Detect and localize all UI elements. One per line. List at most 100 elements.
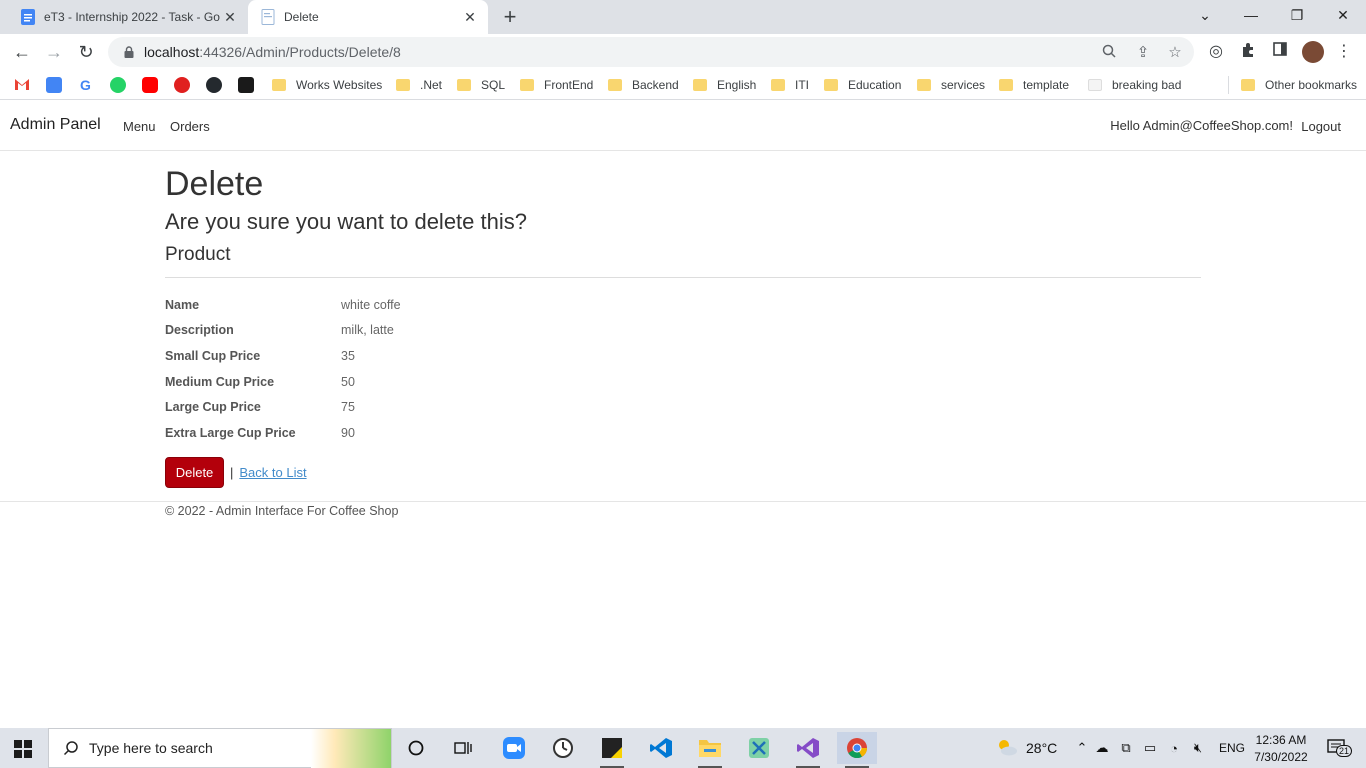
clock[interactable]: 12:36 AM 7/30/2022 — [1253, 728, 1309, 768]
clock-date: 7/30/2022 — [1254, 749, 1308, 764]
notion-icon[interactable] — [238, 77, 254, 93]
bookmark-folder[interactable]: Works Websites — [272, 75, 382, 95]
bookmark-folder[interactable]: template — [999, 75, 1069, 95]
extension-icon[interactable]: ◎ — [1206, 42, 1226, 62]
minimize-icon[interactable]: — — [1228, 0, 1274, 30]
divider — [165, 277, 1201, 278]
field-value: 90 — [341, 425, 355, 440]
bookmark-star-icon[interactable]: ☆ — [1166, 44, 1184, 62]
battery-icon[interactable]: ▭ — [1138, 740, 1162, 756]
detail-row: Description milk, latte — [165, 318, 765, 344]
bookmark-folder[interactable]: English — [693, 75, 756, 95]
volume-mute-icon[interactable]: 🔇︎ — [1186, 740, 1210, 756]
notification-center[interactable]: 21 — [1322, 728, 1353, 768]
delete-button[interactable]: Delete — [165, 457, 224, 488]
wifi-icon[interactable]: ◔ — [1162, 741, 1186, 756]
visual-studio-icon[interactable] — [788, 732, 828, 768]
folder-icon — [520, 79, 534, 91]
folder-icon — [693, 79, 707, 91]
field-label: Name — [165, 297, 200, 312]
tab-internship[interactable]: eT3 - Internship 2022 - Task - Go ✕ — [8, 0, 248, 34]
bookmark-folder[interactable]: Education — [824, 75, 901, 95]
google-docs-icon — [20, 9, 36, 25]
chrome-icon[interactable] — [837, 732, 877, 768]
brand-link[interactable]: Admin Panel — [10, 116, 101, 134]
browser-toolbar: ← → ↻ localhost:44326/Admin/Products/Del… — [0, 34, 1366, 70]
other-bookmarks[interactable]: Other bookmarks — [1241, 75, 1357, 95]
more-menu-icon[interactable]: ⋮ — [1334, 42, 1354, 62]
folder-icon — [824, 79, 838, 91]
bookmark-folder[interactable]: SQL — [457, 75, 505, 95]
product-details: Name white coffe Description milk, latte… — [165, 292, 765, 446]
language-indicator[interactable]: ENG — [1219, 728, 1245, 768]
meet-now-icon[interactable]: ⧉ — [1114, 740, 1138, 756]
forward-icon[interactable]: → — [40, 38, 68, 66]
cortana-icon[interactable] — [396, 732, 436, 764]
tab-title: Delete — [284, 10, 319, 24]
weather-icon — [996, 738, 1018, 759]
field-value: 75 — [341, 400, 355, 415]
share-icon[interactable]: ⇪ — [1134, 44, 1152, 62]
entity-heading: Product — [165, 244, 231, 265]
detail-row: Large Cup Price 75 — [165, 394, 765, 420]
new-tab-icon[interactable]: + — [498, 4, 522, 30]
tab-search-icon[interactable]: ⌄ — [1182, 0, 1228, 30]
bookmark-folder[interactable]: services — [917, 75, 985, 95]
detail-row: Small Cup Price 35 — [165, 343, 765, 369]
sticky-notes-icon[interactable] — [592, 732, 632, 768]
weather-widget[interactable]: 28°C — [996, 728, 1057, 768]
bookmark-separator — [1228, 75, 1229, 95]
back-icon[interactable]: ← — [8, 38, 36, 66]
windows-start-icon[interactable] — [14, 740, 32, 758]
folder-icon — [396, 79, 410, 91]
google-icon[interactable]: G — [78, 77, 94, 93]
detail-row: Medium Cup Price 50 — [165, 369, 765, 395]
taskbar: Type here to search 28°C ⌃ ☁ ⧉ ▭ ◔ 🔇︎ EN… — [0, 728, 1366, 768]
onedrive-icon[interactable]: ☁ — [1090, 740, 1114, 756]
user-greeting-link[interactable]: Hello Admin@CoffeeShop.com! — [1110, 118, 1293, 133]
whatsapp-icon[interactable] — [110, 77, 126, 93]
bookmark-folder[interactable]: FrontEnd — [520, 75, 593, 95]
reload-icon[interactable]: ↻ — [72, 38, 100, 66]
field-label: Description — [165, 323, 234, 338]
snip-app-icon[interactable] — [739, 732, 779, 764]
avatar[interactable] — [1302, 41, 1324, 63]
restore-icon[interactable]: ❐ — [1274, 0, 1320, 30]
vscode-icon[interactable] — [641, 732, 681, 764]
bookmark-folder[interactable]: .Net — [396, 75, 442, 95]
chevron-up-icon[interactable]: ⌃ — [1074, 740, 1090, 756]
puzzle-extensions-icon[interactable] — [1238, 42, 1258, 62]
google-translate-icon[interactable] — [46, 77, 62, 93]
tab-delete[interactable]: Delete ✕ — [248, 0, 488, 34]
bookmarks-bar: G Works Websites .Net SQL FrontEnd Backe… — [0, 70, 1366, 100]
lock-icon[interactable] — [122, 45, 136, 59]
address-bar[interactable]: localhost:44326/Admin/Products/Delete/8 … — [108, 37, 1194, 67]
close-tab-icon[interactable]: ✕ — [460, 9, 480, 26]
tab-title: eT3 - Internship 2022 - Task - Go — [44, 10, 220, 24]
form-actions: Delete | Back to List — [165, 457, 307, 488]
svg-text:G: G — [80, 77, 91, 93]
close-tab-icon[interactable]: ✕ — [220, 9, 240, 26]
clock-app-icon[interactable] — [543, 732, 583, 764]
field-value: 50 — [341, 374, 355, 389]
nav-orders-link[interactable]: Orders — [170, 119, 210, 134]
close-window-icon[interactable]: ✕ — [1320, 0, 1366, 30]
footer-divider — [0, 501, 1366, 502]
side-panel-icon[interactable] — [1270, 42, 1290, 62]
youtube-icon[interactable] — [142, 77, 158, 93]
back-to-list-link[interactable]: Back to List — [239, 465, 306, 480]
youtube-music-icon[interactable] — [174, 77, 190, 93]
taskbar-search[interactable]: Type here to search — [48, 728, 392, 768]
field-label: Large Cup Price — [165, 400, 261, 415]
nav-menu-link[interactable]: Menu — [123, 119, 156, 134]
task-view-icon[interactable] — [443, 732, 483, 764]
bookmark-link[interactable]: breaking bad — [1088, 75, 1181, 95]
logout-link[interactable]: Logout — [1301, 119, 1341, 134]
file-explorer-icon[interactable] — [690, 732, 730, 768]
github-icon[interactable] — [206, 77, 222, 93]
bookmark-folder[interactable]: Backend — [608, 75, 679, 95]
gmail-icon[interactable] — [14, 77, 30, 93]
bookmark-folder[interactable]: ITI — [771, 75, 809, 95]
zoom-icon[interactable] — [1100, 44, 1118, 62]
zoom-app-icon[interactable] — [494, 732, 534, 764]
